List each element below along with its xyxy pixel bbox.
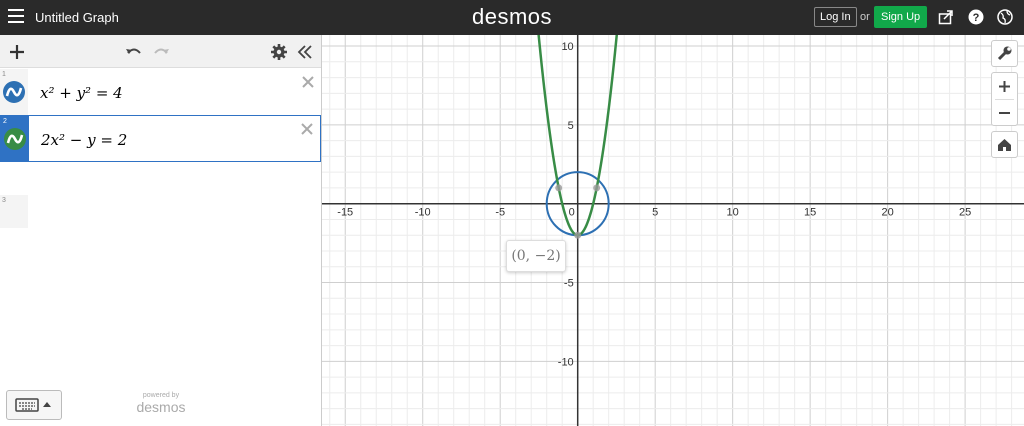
expression-index: 2: [3, 118, 7, 125]
x-tick-label: 5: [652, 207, 658, 219]
point-label[interactable]: (0, −2): [506, 240, 566, 272]
collapse-panel-icon[interactable]: [296, 43, 314, 61]
settings-gear-icon[interactable]: [270, 43, 288, 61]
home-icon: [998, 139, 1011, 151]
or-text: or: [860, 11, 870, 23]
zoom-out-icon[interactable]: [992, 100, 1017, 126]
x-tick-label: 15: [804, 207, 816, 219]
powered-by-brand: desmos: [136, 399, 186, 415]
y-tick-label: -10: [558, 356, 574, 368]
svg-text:?: ?: [973, 12, 980, 24]
top-bar: Untitled Graph desmos Log In or Sign Up …: [0, 0, 1024, 35]
keyboard-toggle-button[interactable]: [6, 390, 62, 420]
expression-math[interactable]: 2x² − y = 2: [41, 131, 127, 149]
keyboard-icon: [15, 398, 51, 412]
signup-button[interactable]: Sign Up: [874, 6, 928, 28]
default-viewport-button[interactable]: [991, 131, 1018, 158]
expression-row-3[interactable]: 3: [0, 195, 28, 228]
help-icon[interactable]: ?: [968, 9, 984, 25]
expression-row-1[interactable]: 1 x² + y² = 4: [0, 69, 321, 116]
curve-toggle-icon[interactable]: [4, 128, 26, 150]
expression-toolbar: [0, 35, 321, 68]
expression-gutter: 1: [0, 69, 28, 115]
wrench-icon: [997, 46, 1012, 61]
x-tick-label: 25: [959, 207, 971, 219]
redo-icon[interactable]: [152, 43, 170, 61]
expression-math[interactable]: x² + y² = 4: [40, 84, 123, 102]
expression-gutter: 2: [1, 116, 29, 161]
x-tick-label: 10: [727, 207, 739, 219]
zoom-in-icon[interactable]: [992, 73, 1017, 100]
desmos-logo: desmos: [472, 4, 553, 29]
graph-canvas[interactable]: -15 -10 -5 0 5 10 15 20 25 -10 -5 5 10: [322, 35, 1024, 426]
x-tick-label: 0: [569, 207, 575, 219]
curve-toggle-icon[interactable]: [3, 81, 25, 103]
zoom-controls: [991, 72, 1018, 126]
graph-title[interactable]: Untitled Graph: [35, 10, 119, 25]
add-icon[interactable]: [8, 43, 26, 61]
expression-row-2[interactable]: 2 2x² − y = 2: [0, 115, 321, 162]
intersection-point: [555, 184, 563, 192]
login-button[interactable]: Log In: [814, 7, 857, 27]
intersection-point: [574, 231, 582, 239]
graph-settings-button[interactable]: [991, 40, 1018, 67]
delete-expression-icon[interactable]: [301, 75, 315, 89]
undo-icon[interactable]: [125, 43, 143, 61]
y-tick-label: -5: [564, 278, 574, 290]
x-tick-label: 20: [882, 207, 894, 219]
y-tick-label: 5: [568, 120, 574, 132]
menu-icon[interactable]: [8, 9, 24, 25]
x-tick-label: -5: [495, 207, 505, 219]
share-icon[interactable]: [938, 9, 954, 25]
x-tick-label: -10: [415, 207, 431, 219]
x-tick-label: -15: [337, 207, 353, 219]
expression-index: 1: [2, 71, 6, 78]
delete-expression-icon[interactable]: [300, 122, 314, 136]
expression-index: 3: [2, 197, 6, 204]
powered-by-text: powered by: [142, 392, 180, 399]
powered-by-desmos[interactable]: powered by desmos: [130, 392, 192, 415]
globe-icon[interactable]: [997, 9, 1013, 25]
intersection-point: [593, 184, 601, 192]
expression-list-panel: 1 x² + y² = 4 2 2x² − y = 2 3 powered by…: [0, 35, 322, 426]
y-tick-label: 10: [561, 41, 573, 53]
